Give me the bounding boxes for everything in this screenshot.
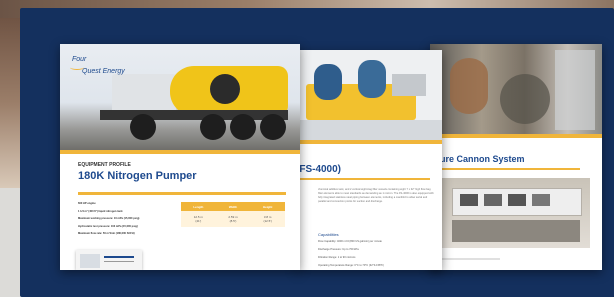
page2-body: chemical additive tank, and 2 vertical e… <box>318 188 434 203</box>
company-logo: Four Quest Energy <box>70 54 140 84</box>
control-panel-photo <box>442 178 590 248</box>
dim-value-width: 2.59 m (8.5') <box>228 215 238 223</box>
dim-header-height: Height <box>263 204 273 209</box>
capabilities-list: Flow Capability: 4000 m³/d (800 US gal/m… <box>318 240 434 268</box>
cannon-photo <box>430 44 602 134</box>
capability-item: Filtration Range: 1 to 90 microns <box>318 256 356 259</box>
page-thumbnail[interactable] <box>76 250 142 270</box>
logo-text-line2: Quest Energy <box>82 68 125 75</box>
dimensions-table: Length Width Height 12.5 m (41') 2.59 m … <box>181 202 285 227</box>
brochure-page-nitrogen-pumper[interactable]: Four Quest Energy EQUIPMENT PROFILE 180K… <box>60 44 300 270</box>
gold-rule <box>60 150 300 154</box>
capability-item: Flow Capability: 4000 m³/d (800 US gal/m… <box>318 240 382 243</box>
spec-item: 1 1/4 m³ (400 ft³) liquid nitrogen tank <box>78 209 123 213</box>
spec-item: 600 HP engine <box>78 202 96 205</box>
dim-header-width: Width <box>228 204 238 209</box>
dim-header-length: Length <box>193 204 204 209</box>
gold-underline <box>78 192 286 195</box>
spec-item: Maximum flow rate: 50 m³/min (180,000 SC… <box>78 232 135 236</box>
page2-title: (FS-4000) <box>296 164 342 175</box>
capabilities-heading: Capabilities <box>318 232 339 237</box>
dim-value-height: 3.8 m (12.5') <box>263 215 272 223</box>
page3-title: ssure Cannon System <box>430 154 525 164</box>
gold-underline <box>430 168 580 170</box>
spec-item: Hydrostatic test pressure: 103 mPa (15,0… <box>78 224 138 228</box>
spec-list: 600 HP engine 1 1/4 m³ (400 ft³) liquid … <box>78 202 173 236</box>
gold-rule <box>430 134 602 138</box>
text-line <box>440 258 500 260</box>
gold-rule <box>296 140 442 144</box>
spec-item: Maximum working pressure: 10 mPa (15,000… <box>78 217 140 221</box>
equipment-eyebrow: EQUIPMENT PROFILE <box>78 162 131 168</box>
capability-item: Operating Temperature Range: 0°C to 70°C… <box>318 264 384 267</box>
brochure-page-fs4000[interactable]: (FS-4000) chemical additive tank, and 2 … <box>296 50 442 270</box>
gold-underline <box>296 178 430 180</box>
fs4000-photo <box>296 50 442 140</box>
brochure-page-pressure-cannon[interactable]: ssure Cannon System <box>430 44 602 270</box>
capability-item: Discharge Pressure: Up to 700 kPa <box>318 248 359 251</box>
dim-value-length: 12.5 m (41') <box>193 215 203 223</box>
logo-text-line1: Four <box>72 56 87 63</box>
logo-swoosh-icon <box>70 65 84 70</box>
page1-title: 180K Nitrogen Pumper <box>78 170 197 182</box>
